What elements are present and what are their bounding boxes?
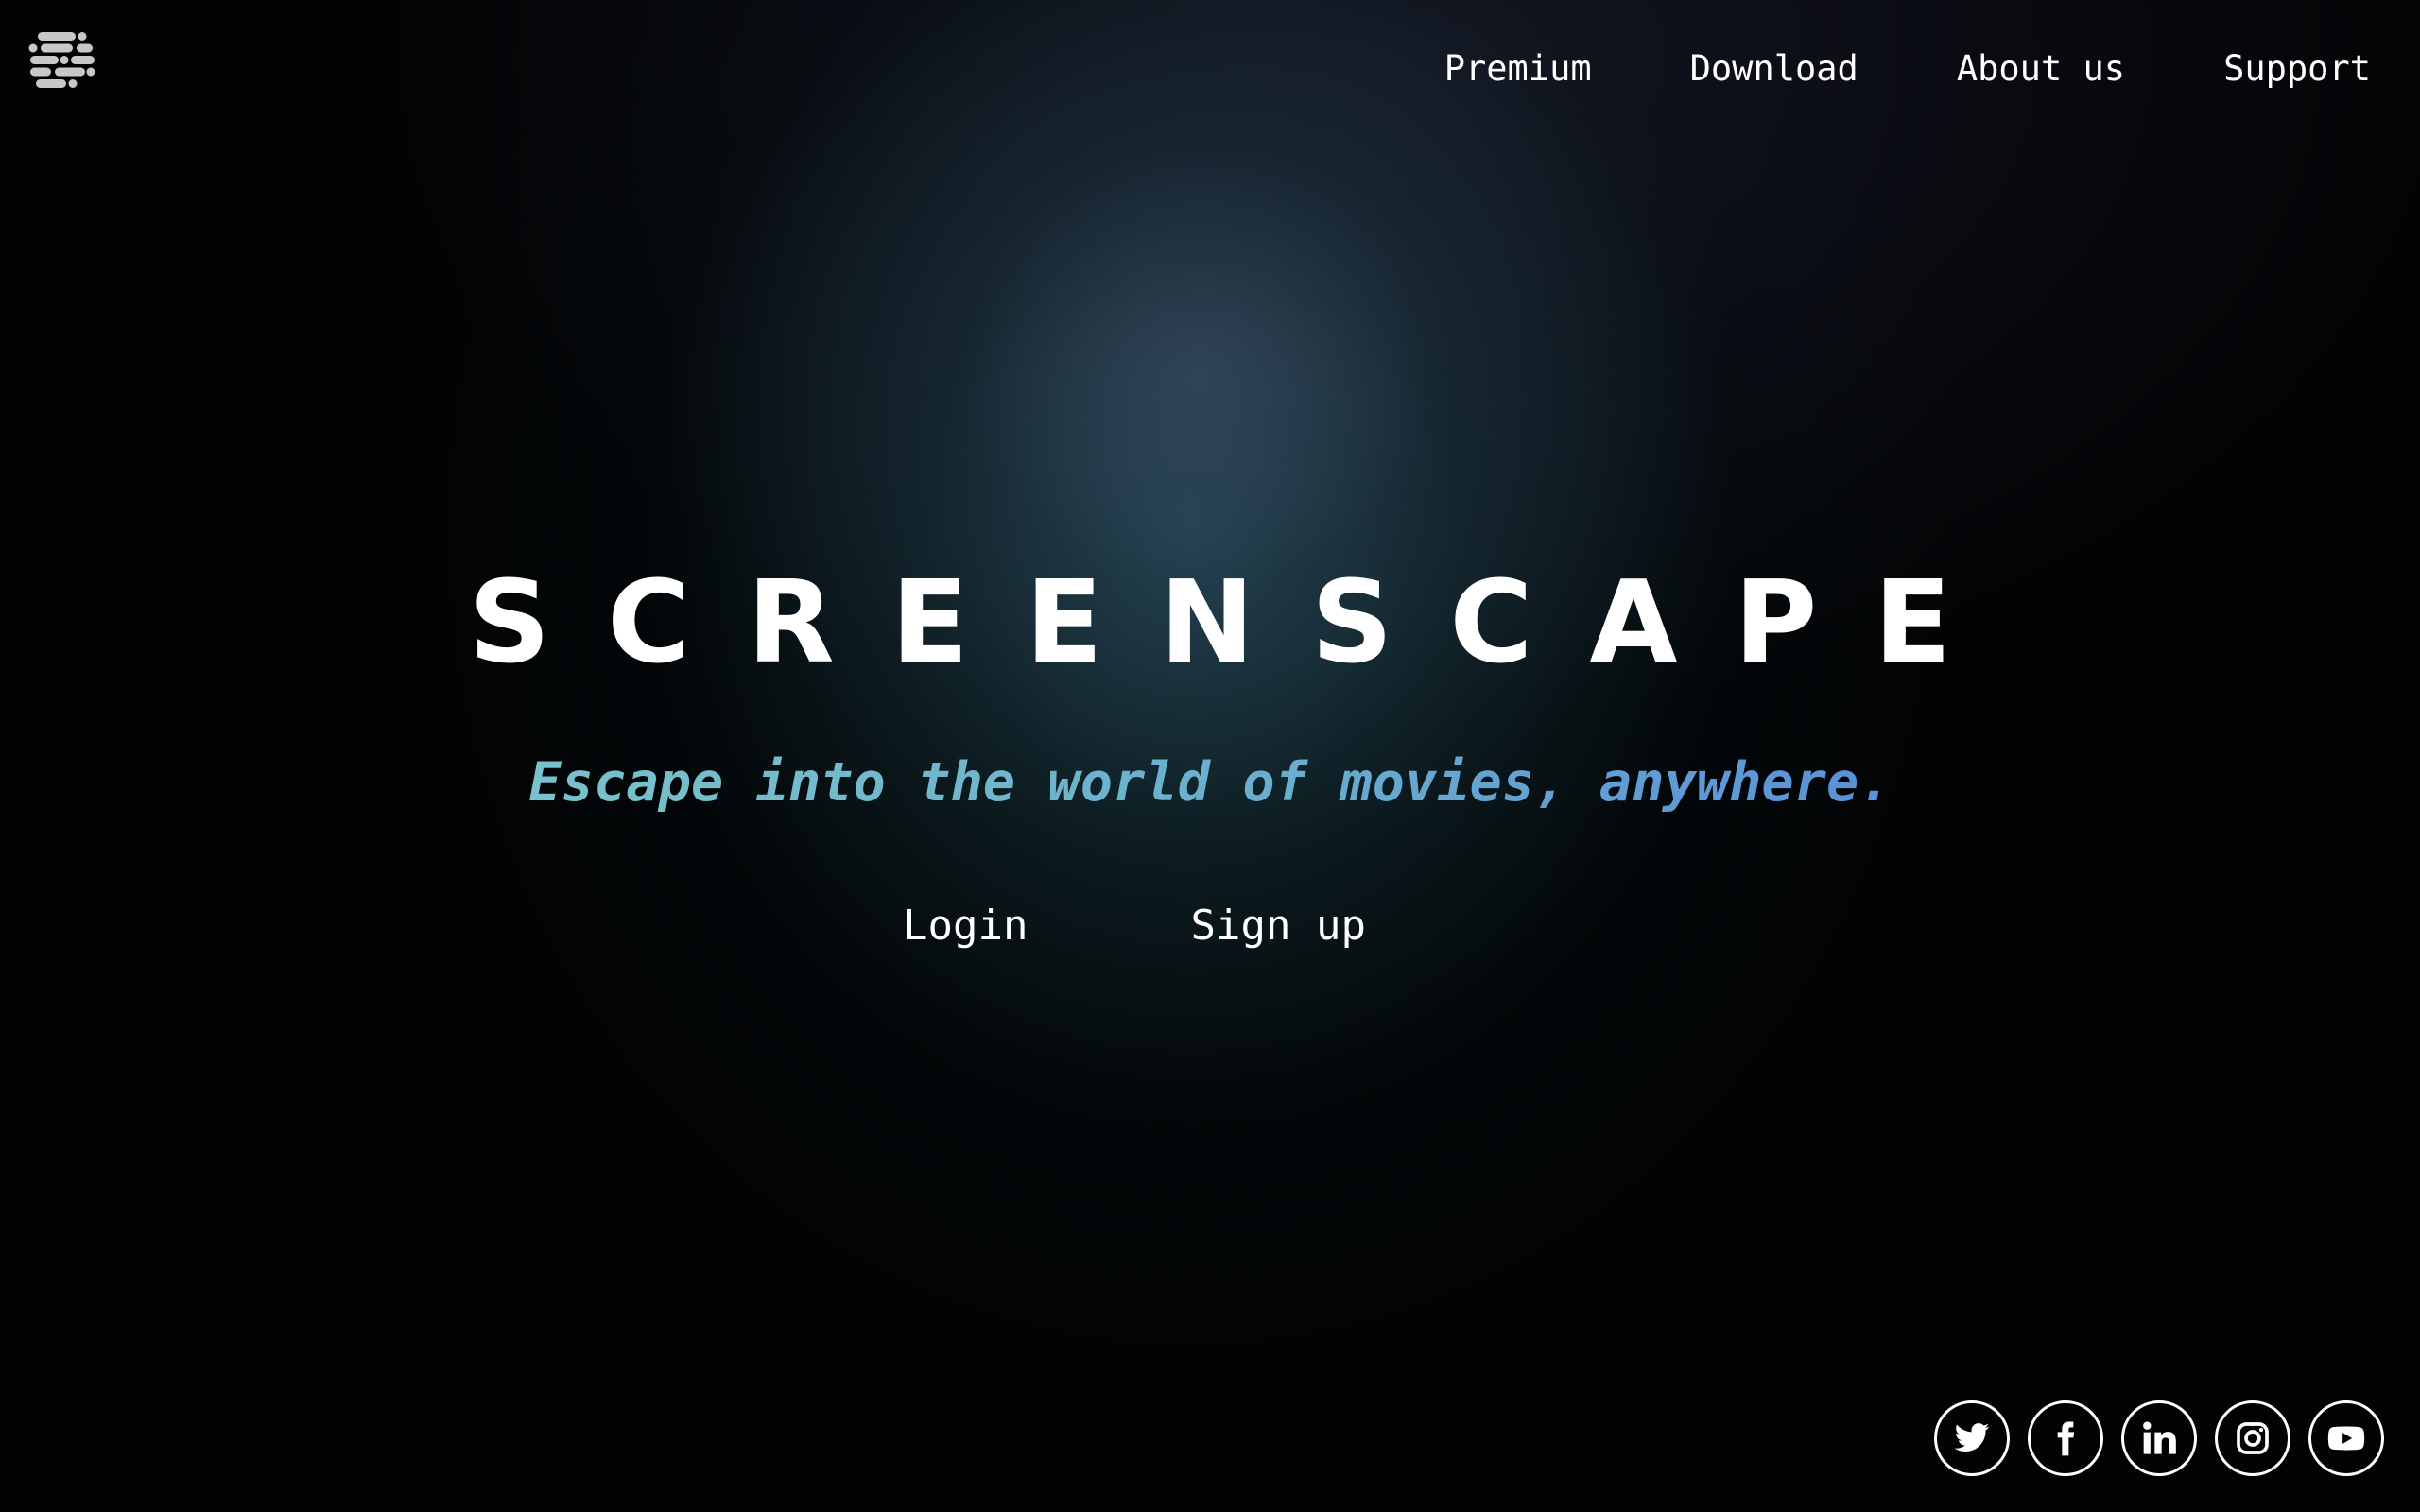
top-nav: Premium Download About us Support: [1346, 47, 2371, 91]
nav-download[interactable]: Download: [1690, 47, 1858, 91]
linkedin-link[interactable]: [2121, 1400, 2197, 1476]
youtube-link[interactable]: [2308, 1400, 2384, 1476]
facebook-link[interactable]: [2028, 1400, 2103, 1476]
instagram-link[interactable]: [2215, 1400, 2290, 1476]
social-links: [1934, 1400, 2384, 1476]
nav-premium[interactable]: Premium: [1444, 47, 1592, 91]
tagline-text: Escape into the world of movies, anywher…: [528, 751, 1892, 814]
twitter-icon: [1954, 1423, 1990, 1452]
youtube-icon: [2327, 1426, 2365, 1451]
instagram-icon: [2237, 1422, 2269, 1454]
login-link[interactable]: Login: [903, 898, 1028, 954]
nav-about-us[interactable]: About us: [1957, 47, 2125, 91]
nav-support[interactable]: Support: [2223, 47, 2371, 91]
facebook-icon: [2057, 1421, 2075, 1456]
linkedin-icon: [2143, 1421, 2176, 1454]
brand-title: SCREENSCAPE: [468, 558, 2009, 689]
signup-link[interactable]: Sign up: [1191, 898, 1366, 954]
auth-links: Login Sign up: [0, 898, 2420, 954]
tagline: Escape into the world of movies, anywher…: [0, 747, 2420, 818]
film-strip-logo-icon[interactable]: [28, 30, 96, 96]
twitter-link[interactable]: [1934, 1400, 2010, 1476]
